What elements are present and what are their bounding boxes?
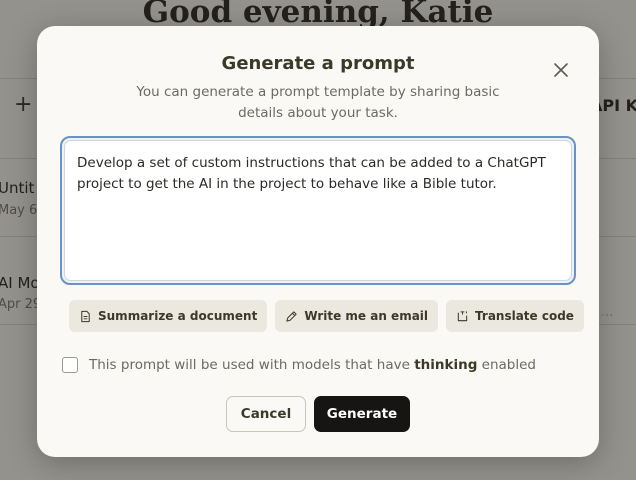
- document-icon: [81, 310, 90, 322]
- thinking-checkbox-label: This prompt will be used with models tha…: [89, 357, 536, 373]
- label-emphasis: thinking: [414, 357, 478, 373]
- dialog-subtitle: You can generate a prompt template by sh…: [136, 84, 500, 121]
- thinking-option: This prompt will be used with models tha…: [62, 357, 536, 373]
- dialog-title: Generate a prompt: [221, 53, 415, 74]
- label-text: This prompt will be used with models tha…: [89, 357, 415, 373]
- suggestion-label: Translate code: [475, 309, 574, 323]
- cancel-button[interactable]: Cancel: [226, 396, 306, 432]
- generate-button[interactable]: Generate: [314, 396, 410, 432]
- task-input-wrapper: [60, 136, 576, 285]
- suggestion-label: Summarize a document: [98, 309, 258, 323]
- suggestion-translate-code[interactable]: Translate code: [446, 300, 584, 332]
- thinking-checkbox[interactable]: [62, 357, 78, 373]
- more-suggestions-button[interactable]: ···: [592, 300, 622, 332]
- label-text: enabled: [477, 357, 536, 373]
- suggestion-label: Write me an email: [304, 309, 429, 323]
- suggestion-summarize-document[interactable]: Summarize a document: [69, 300, 268, 332]
- pen-icon: [286, 310, 297, 322]
- suggestion-chips: Summarize a document Write me an email T…: [69, 300, 622, 332]
- generate-prompt-dialog: Generate a prompt You can generate a pro…: [37, 26, 614, 457]
- suggestion-write-email[interactable]: Write me an email: [275, 300, 439, 332]
- code-icon: [457, 310, 468, 321]
- close-icon: [554, 63, 568, 77]
- close-button[interactable]: [550, 59, 572, 81]
- task-description-input[interactable]: [64, 140, 572, 281]
